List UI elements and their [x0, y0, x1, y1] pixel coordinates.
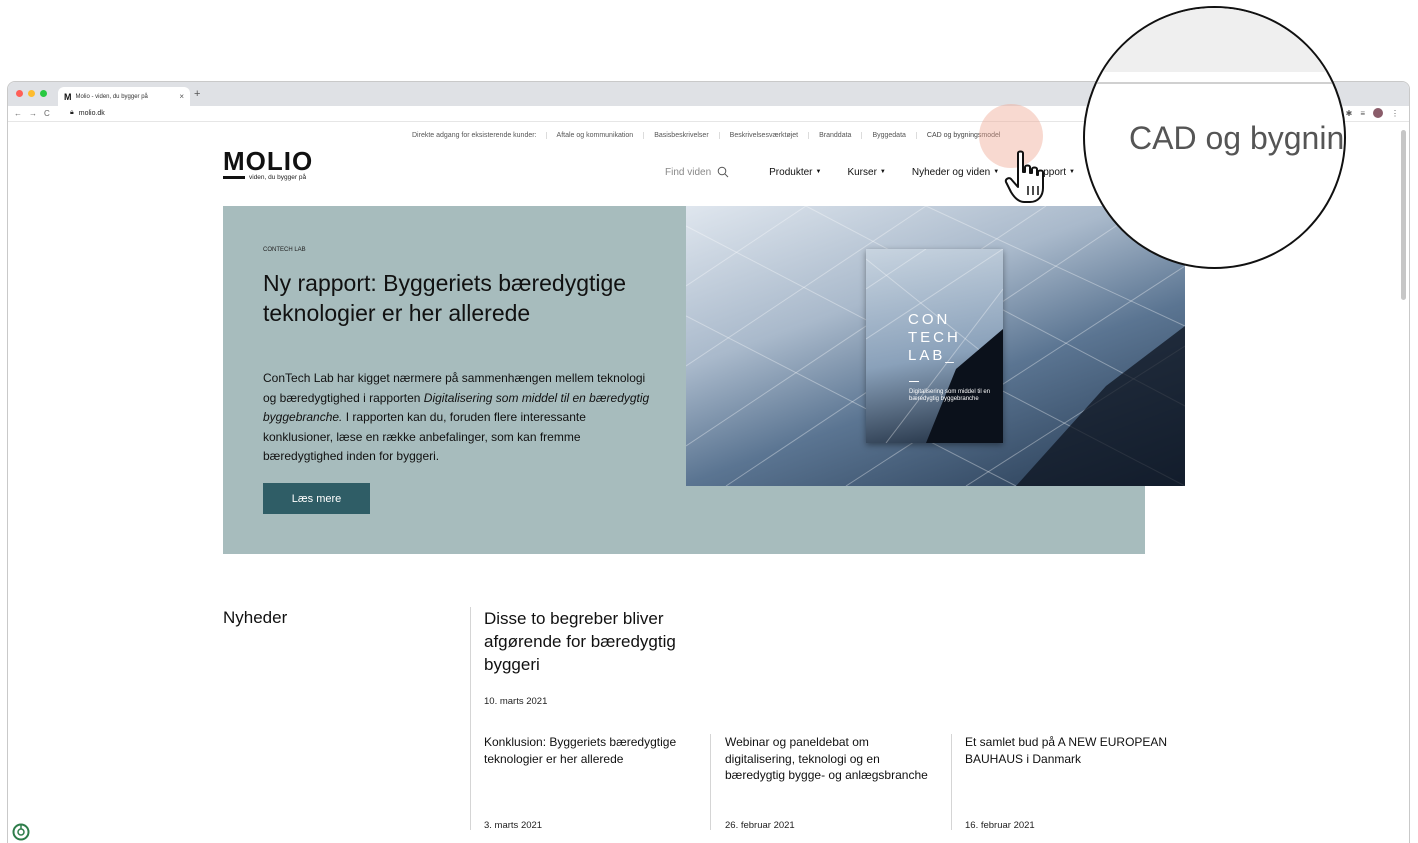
news-card-date: 3. marts 2021 [484, 820, 543, 831]
hero-body: ConTech Lab har kigget nærmere på sammen… [263, 369, 658, 467]
new-tab-button[interactable]: + [194, 88, 200, 100]
menu-kebab-icon[interactable]: ⋮ [1391, 109, 1399, 118]
caret-down-icon: ▼ [815, 169, 822, 175]
card-divider-2 [951, 734, 952, 830]
news-divider [470, 607, 471, 830]
close-window-button[interactable] [16, 90, 23, 97]
news-card-date: 26. februar 2021 [725, 820, 795, 831]
logo-tagline-text: viden, du bygger på [249, 174, 307, 181]
booklet-subtitle: Digitalisering som middel til en bæredyg… [909, 389, 991, 402]
hand-pointer-icon [1004, 150, 1044, 203]
hero-eyebrow: CONTECH LAB [263, 247, 306, 253]
nav-item-support-label: pport [1043, 166, 1066, 178]
nav-item-kurser[interactable]: Kurser ▼ [847, 167, 885, 178]
url-field[interactable]: 🔒︎ molio.dk [70, 109, 105, 117]
back-arrow-icon[interactable]: ← [14, 109, 22, 118]
caret-down-icon: ▼ [1069, 169, 1075, 175]
hero-image: CON TECH LAB_ Digitalisering som middel … [686, 206, 1185, 486]
booklet-title: CON TECH LAB_ [908, 311, 958, 365]
nav-item-support[interactable]: pport ▼ [1043, 167, 1075, 178]
utility-nav: Direkte adgang for eksisterende kunder: … [412, 132, 1010, 139]
logo-bar [223, 176, 245, 179]
booklet-divider [909, 381, 919, 382]
magnified-text: CAD og bygnin [1129, 120, 1345, 156]
magnifier-tab-area [1085, 8, 1344, 72]
reading-list-icon[interactable]: ≡ [1360, 109, 1365, 118]
nav-item-produkter-label: Produkter [769, 166, 813, 178]
url-text: molio.dk [78, 109, 105, 117]
zoom-magnifier: CAD og bygnin [1083, 6, 1346, 269]
news-card-title[interactable]: Konklusion: Byggeriets bæredygtige tekno… [484, 734, 699, 767]
nav-item-produkter[interactable]: Produkter ▼ [769, 167, 821, 178]
logo-wordmark: MOLIO [223, 146, 314, 176]
utility-link-beskrivelsesvaerktoejet[interactable]: Beskrivelsesværktøjet [718, 132, 808, 139]
card-divider-1 [710, 734, 711, 830]
browser-tab[interactable]: M Molio - viden, du bygger på × [58, 87, 190, 106]
search-icon [717, 166, 729, 178]
search-placeholder: Find viden [665, 166, 712, 178]
nav-item-nyheder-og-viden[interactable]: Nyheder og viden ▼ [912, 167, 999, 178]
page-scrollbar[interactable] [1401, 130, 1406, 300]
read-more-button[interactable]: Læs mere [263, 483, 370, 514]
utility-link-branddata[interactable]: Branddata [808, 132, 861, 139]
accessibility-widget-icon[interactable] [12, 823, 30, 841]
booklet-title-line-1: CON [908, 311, 951, 328]
profile-avatar-icon[interactable] [1373, 108, 1383, 118]
reload-icon[interactable]: C [44, 109, 50, 118]
nav-item-nyheder-label: Nyheder og viden [911, 166, 991, 178]
minimize-window-button[interactable] [28, 90, 35, 97]
news-card-title[interactable]: Et samlet bud på A NEW EUROPEAN BAUHAUS … [965, 734, 1180, 767]
nav-item-kurser-label: Kurser [847, 166, 877, 178]
search-trigger[interactable]: Find viden [665, 166, 729, 178]
maximize-window-button[interactable] [40, 90, 47, 97]
magnifier-divider [1085, 82, 1344, 84]
favicon-icon: M [64, 91, 72, 102]
lock-icon: 🔒︎ [70, 109, 74, 116]
hero-title: Ny rapport: Byggeriets bæredygtige tekno… [263, 270, 627, 326]
tab-title: Molio - viden, du bygger på [75, 93, 148, 100]
tab-close-icon[interactable]: × [179, 92, 184, 101]
news-card-title[interactable]: Webinar og paneldebat om digitalisering,… [725, 734, 940, 784]
featured-news-date: 10. marts 2021 [484, 696, 548, 707]
news-card-date: 16. februar 2021 [965, 820, 1035, 831]
window-controls [16, 90, 47, 97]
report-booklet-cover: CON TECH LAB_ Digitalisering som middel … [866, 249, 1003, 443]
news-section-title: Nyheder [223, 608, 288, 627]
logo-tagline: viden, du bygger på [223, 174, 313, 181]
extensions-icon[interactable]: ✱ [1346, 109, 1353, 118]
booklet-title-line-3: LAB_ [908, 347, 957, 364]
utility-nav-lead: Direkte adgang for eksisterende kunder: [412, 132, 537, 139]
caret-down-icon: ▼ [879, 169, 886, 175]
utility-link-byggedata[interactable]: Byggedata [861, 132, 915, 139]
booklet-title-line-2: TECH [908, 329, 961, 346]
utility-link-basisbeskrivelser[interactable]: Basisbeskrivelser [643, 132, 718, 139]
featured-news-title[interactable]: Disse to begreber bliver afgørende for b… [484, 607, 724, 676]
utility-link-aftale[interactable]: Aftale og kommunikation [545, 132, 644, 139]
forward-arrow-icon[interactable]: → [29, 109, 37, 118]
caret-down-icon: ▼ [993, 169, 1000, 175]
site-logo[interactable]: MOLIO viden, du bygger på [223, 146, 314, 181]
